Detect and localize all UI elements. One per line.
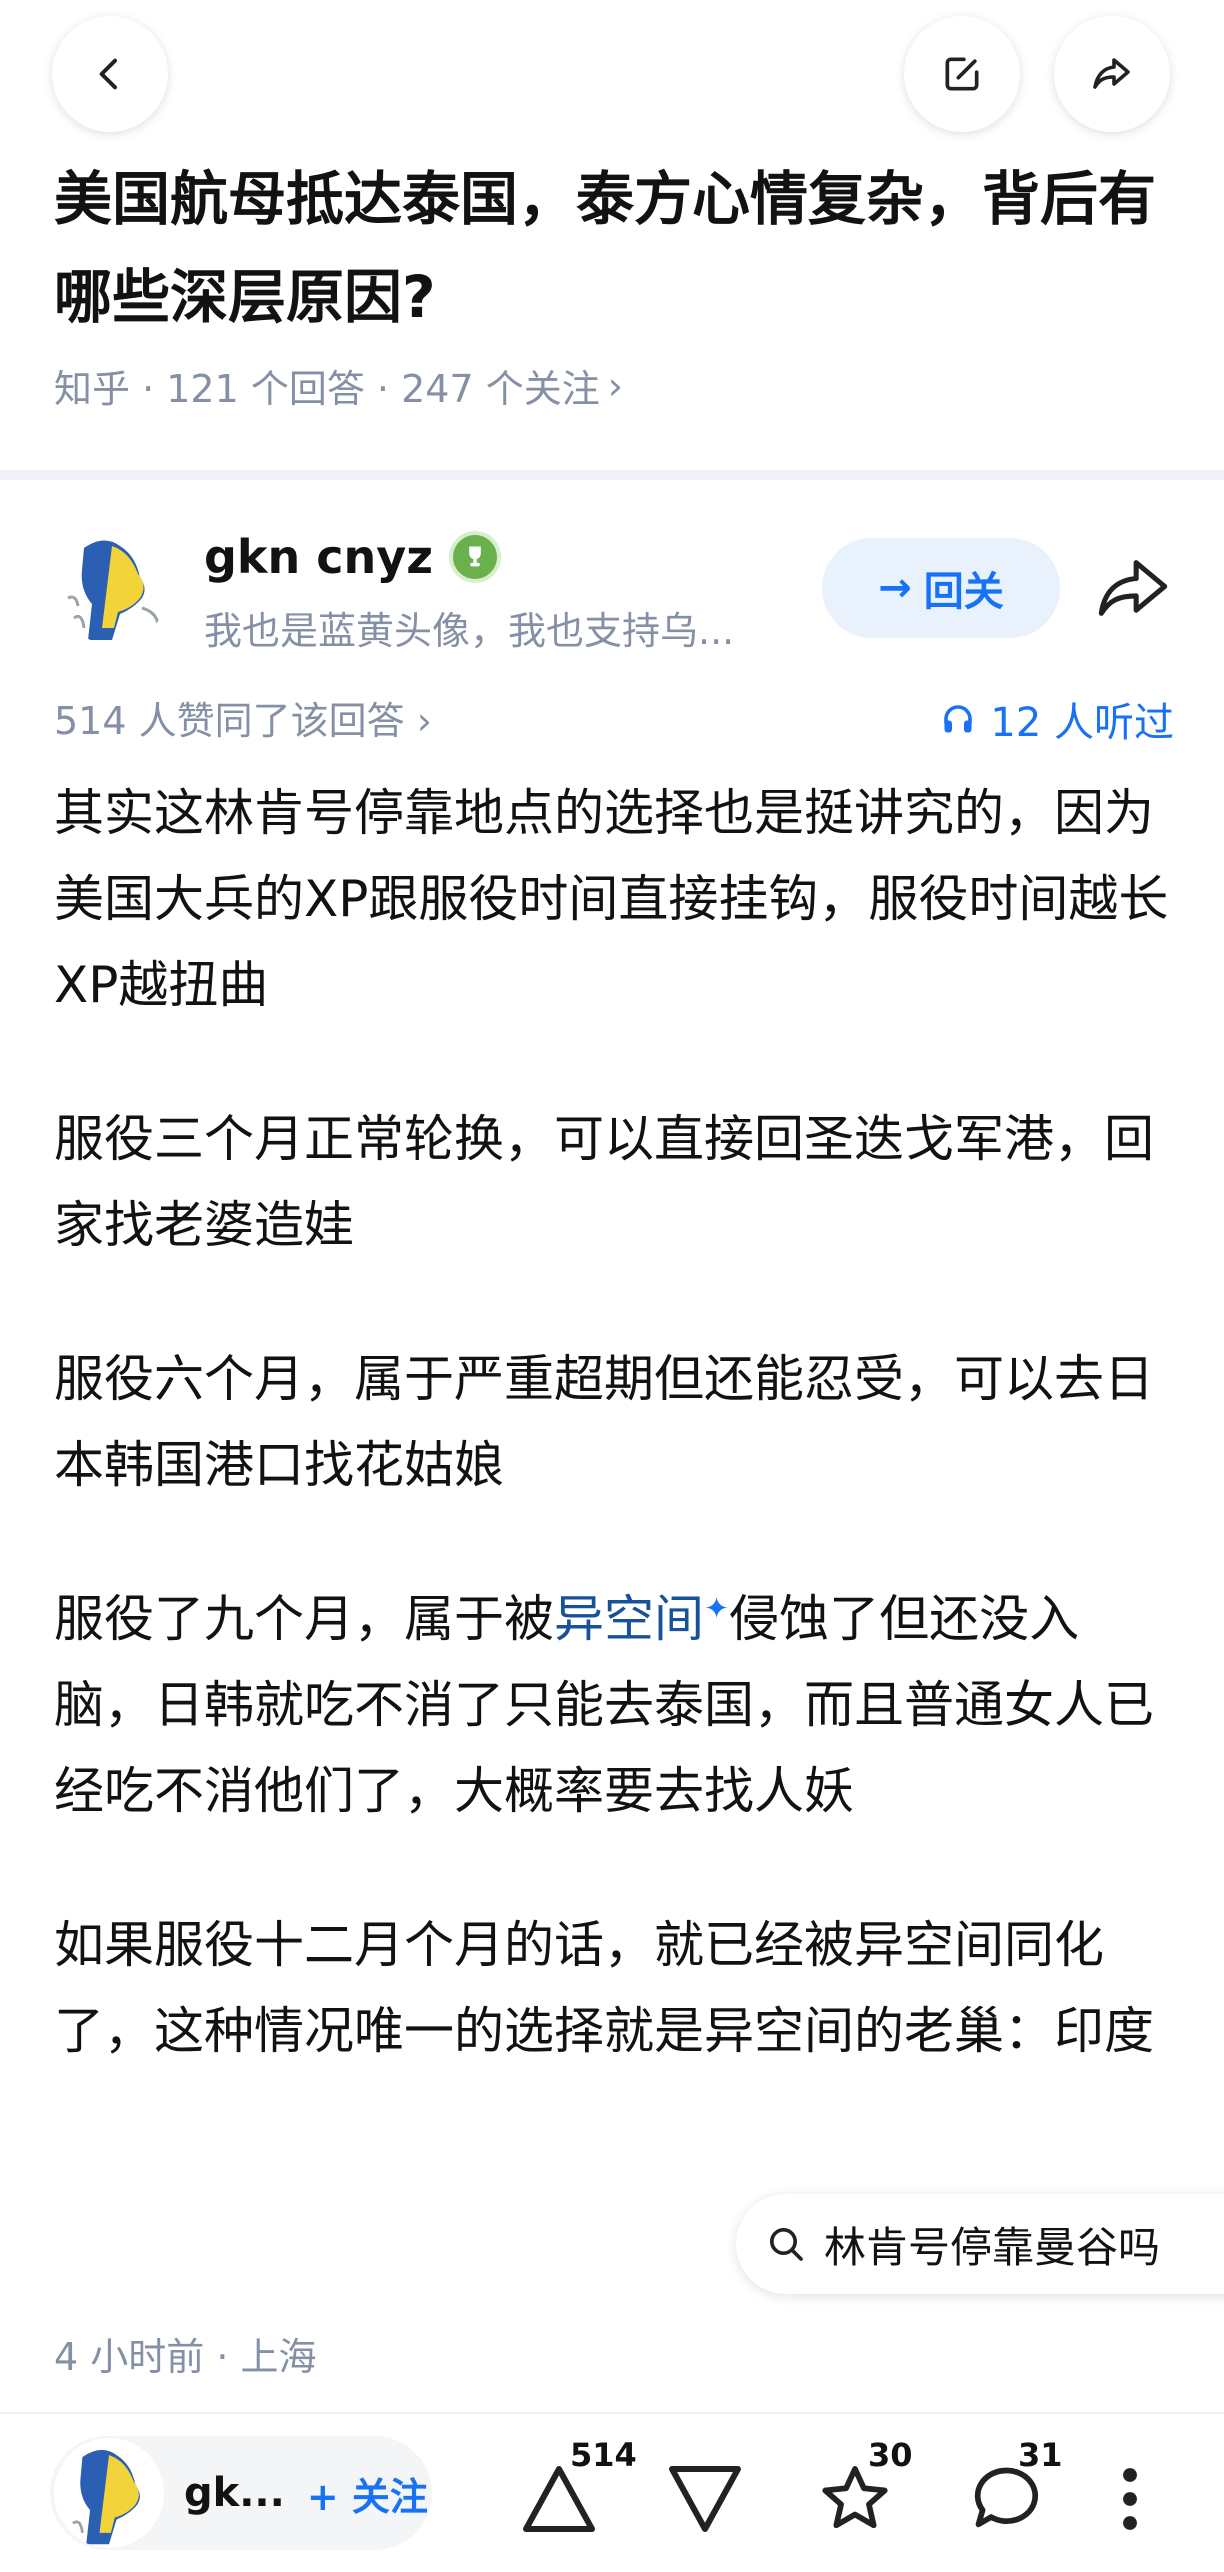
question-title[interactable]: 美国航母抵达泰国，泰方心情复杂，背后有哪些深层原因? (54, 150, 1184, 346)
write-answer-button[interactable] (904, 16, 1020, 132)
answer-time-location: 4 小时前 · 上海 (54, 2335, 317, 2379)
follow-back-button[interactable]: → 回关 (822, 538, 1060, 638)
share-icon (1093, 58, 1130, 89)
follow-button[interactable]: + 关注 (307, 2466, 428, 2521)
author-avatar-small[interactable] (54, 2438, 164, 2548)
more-button[interactable] (1090, 2454, 1170, 2544)
answer-share-button[interactable] (1090, 552, 1176, 624)
author-bio: 我也是蓝黄头像，我也支持乌... (204, 609, 735, 653)
question-meta-text: 知乎 · 121 个回答 · 247 个关注 (54, 367, 600, 411)
search-suggestion-chip[interactable]: 林肯号停靠曼谷吗 (736, 2194, 1224, 2294)
answer-paragraph: 服役了九个月，属于被异空间✦侵蚀了但还没入脑，日韩就吃不消了只能去泰国，而且普通… (54, 1576, 1174, 1834)
edit-icon (945, 57, 979, 91)
headphones-icon (944, 705, 973, 733)
back-button[interactable] (52, 16, 168, 132)
share-icon (1098, 560, 1168, 616)
back-icon (99, 58, 117, 90)
answer-paragraph: 其实这林肯号停靠地点的选择也是挺讲究的，因为美国大兵的XP跟服役时间直接挂钩，服… (54, 784, 1169, 1014)
section-divider (0, 470, 1224, 480)
author-follow-pill[interactable]: gk... + 关注 (50, 2436, 432, 2550)
avatar-image (67, 540, 160, 640)
search-suggestion-text: 林肯号停靠曼谷吗 (824, 2222, 1161, 2272)
chevron-right-icon: › (607, 363, 623, 408)
comment-count: 31 (1018, 2436, 1063, 2474)
author-name[interactable]: gkn cnyz (204, 530, 502, 584)
achievement-badge-icon[interactable] (449, 531, 502, 583)
paragraph-text: 服役了九个月，属于被 (54, 1590, 554, 1648)
listened-count: 12 人听过 (990, 700, 1174, 746)
upvote-count: 514 (570, 2436, 637, 2474)
author-short-name: gk... (184, 2470, 285, 2516)
share-button[interactable] (1054, 16, 1170, 132)
search-icon (770, 2228, 803, 2261)
answer-content: 其实这林肯号停靠地点的选择也是挺讲究的，因为美国大兵的XP跟服役时间直接挂钩，服… (54, 770, 1174, 2142)
upvote-summary[interactable]: 514 人赞同了该回答 › (54, 690, 432, 745)
keyword-link[interactable]: 异空间 (554, 1590, 704, 1648)
author-avatar[interactable] (54, 528, 170, 644)
listen-button[interactable]: 12 人听过 (940, 690, 1174, 748)
arrow-right-icon: → (878, 565, 912, 611)
more-icon (1123, 2468, 1137, 2530)
bottom-action-bar: gk... + 关注 514 30 31 (0, 2412, 1224, 2572)
follow-back-label: 回关 (923, 569, 1004, 615)
downvote-icon (669, 2466, 741, 2532)
answer-paragraph: 服役六个月，属于严重超期但还能忍受，可以去日本韩国港口找花姑娘 (54, 1350, 1154, 1494)
downvote-button[interactable] (660, 2454, 750, 2544)
question-meta[interactable]: 知乎 · 121 个回答 · 247 个关注 › (54, 358, 623, 413)
answer-paragraph: 如果服役十二月个月的话，就已经被异空间同化了，这种情况唯一的选择就是异空间的老巢… (54, 1916, 1154, 2060)
author-name-text: gkn cnyz (204, 530, 434, 584)
answer-paragraph: 服役三个月正常轮换，可以直接回圣迭戈军港，回家找老婆造娃 (54, 1110, 1154, 1254)
favorite-count: 30 (868, 2436, 913, 2474)
sparkle-icon: ✦ (704, 1591, 730, 1627)
